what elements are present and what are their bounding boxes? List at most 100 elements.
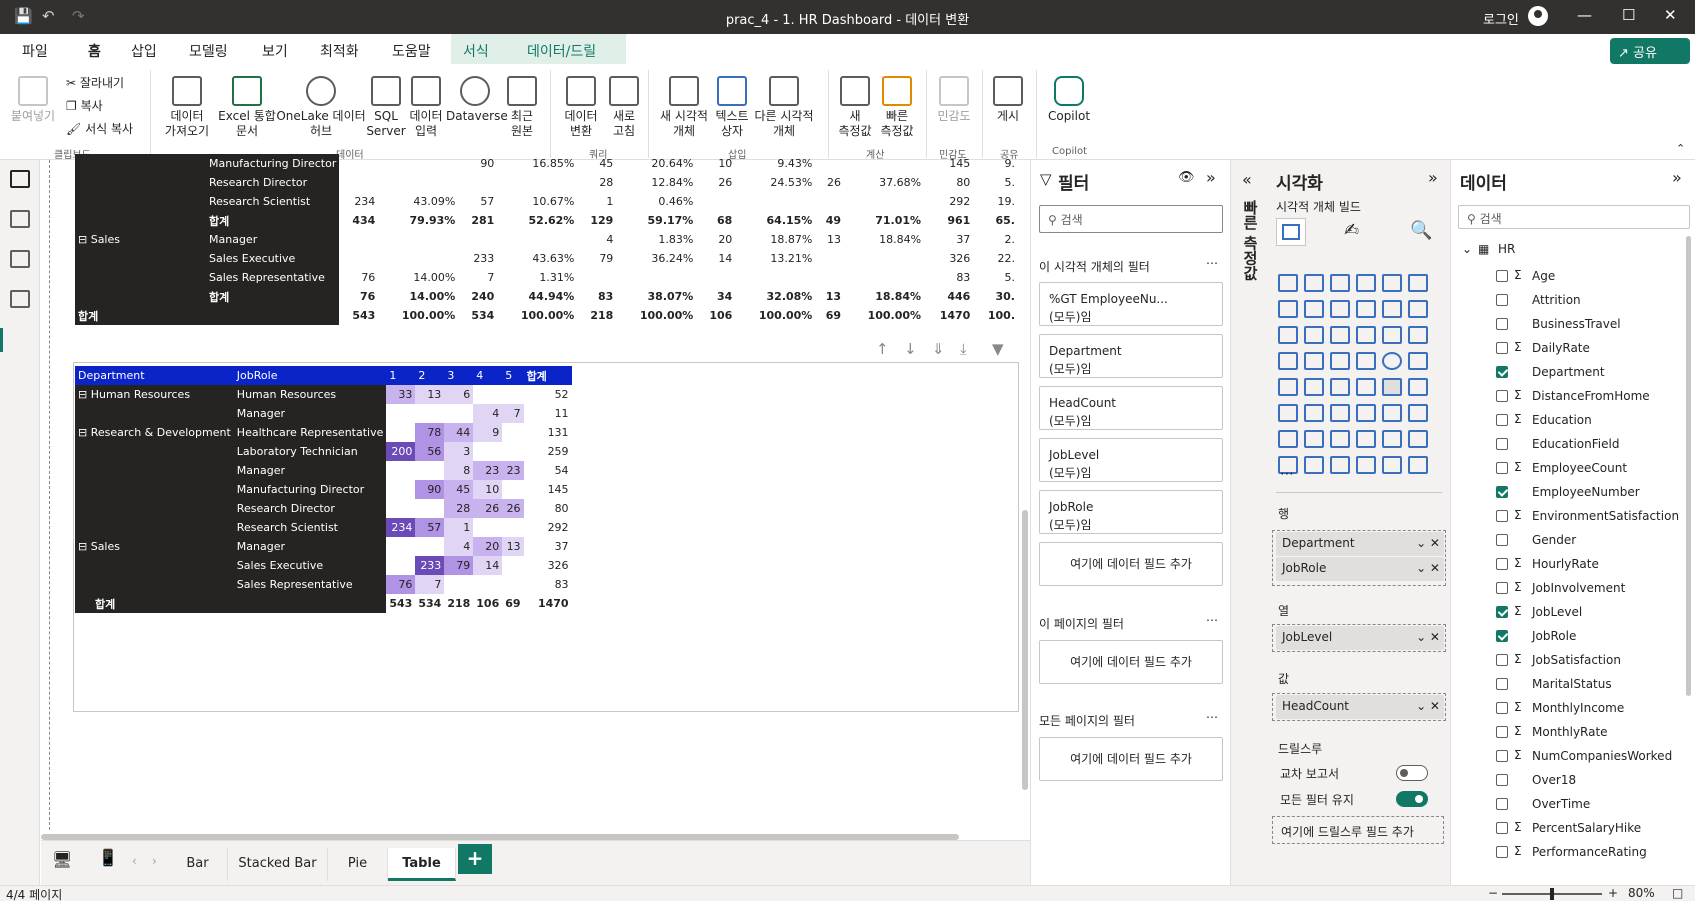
dataverse-button[interactable]: Dataverse	[446, 76, 508, 124]
remove-icon[interactable]: ⌄ ✕	[1416, 536, 1440, 550]
visual-type-icon[interactable]	[1408, 404, 1428, 422]
filter-card[interactable]: JobLevel (모두)임	[1039, 438, 1223, 482]
field-checkbox[interactable]	[1496, 342, 1508, 354]
visual-type-icon[interactable]	[1304, 378, 1324, 396]
matrix-visual[interactable]: Department JobRole 1 2 3 4 5 합계 ⊟ Human Resource…	[75, 366, 572, 613]
visual-type-icon[interactable]	[1278, 300, 1298, 318]
menu-help[interactable]: 도움말	[392, 41, 431, 61]
field-name[interactable]: PerformanceRating	[1532, 842, 1647, 862]
visual-type-icon[interactable]	[1304, 326, 1324, 344]
sensitivity-button[interactable]: 민감도	[932, 76, 976, 124]
field-checkbox[interactable]	[1496, 294, 1508, 306]
visual-type-icon[interactable]	[1382, 404, 1402, 422]
dept-cell[interactable]	[75, 442, 234, 461]
field-checkbox[interactable]	[1496, 678, 1508, 690]
data-search-input[interactable]: ⚲ 검색	[1458, 205, 1690, 229]
menu-home[interactable]: 홈	[88, 41, 101, 67]
field-checkbox[interactable]	[1496, 510, 1508, 522]
visual-type-icon[interactable]	[1304, 274, 1324, 292]
dept-cell[interactable]	[75, 499, 234, 518]
visual-type-icon[interactable]	[1382, 378, 1402, 396]
sql-server-button[interactable]: SQL Server	[366, 76, 406, 139]
new-measure-button[interactable]: 새 측정값	[834, 76, 876, 139]
filter-card[interactable]: Department (모두)임	[1039, 334, 1223, 378]
visual-type-icon[interactable]	[1382, 352, 1402, 370]
more-visuals-icon[interactable]: ⋯	[1280, 466, 1294, 482]
visual-type-icon[interactable]	[1330, 430, 1350, 448]
field-checkbox[interactable]	[1496, 270, 1508, 282]
quick-measure-button[interactable]: 빠른 측정값	[876, 76, 918, 139]
remove-icon[interactable]: ⌄ ✕	[1416, 699, 1440, 713]
field-checkbox[interactable]	[1496, 438, 1508, 450]
zoom-in-icon[interactable]: +	[1608, 886, 1618, 900]
close-icon[interactable]: ✕	[1664, 6, 1677, 24]
menu-data-drill[interactable]: 데이터/드릴	[527, 41, 596, 61]
field-checkbox[interactable]	[1496, 414, 1508, 426]
collapse-filters-icon[interactable]: »	[1206, 168, 1216, 187]
format-visual-icon[interactable]: ✍	[1344, 220, 1359, 241]
visual-type-icon[interactable]	[1304, 352, 1324, 370]
tab-bar[interactable]: Bar	[168, 848, 228, 881]
visual-type-icon[interactable]	[1408, 456, 1428, 474]
field-name[interactable]: OverTime	[1532, 794, 1590, 814]
cut-button[interactable]: ✂ 잘라내기	[66, 74, 124, 91]
share-button[interactable]: ↗ 공유	[1610, 38, 1690, 64]
field-name[interactable]: Education	[1532, 410, 1592, 430]
drill-up-icon[interactable]: ↑	[876, 340, 889, 358]
field-name[interactable]: JobRole	[1532, 626, 1576, 646]
visual-type-icon[interactable]	[1304, 430, 1324, 448]
menu-view[interactable]: 보기	[262, 41, 288, 61]
column-header[interactable]: 5	[502, 366, 524, 385]
column-header[interactable]: 3	[444, 366, 474, 385]
dept-cell[interactable]	[75, 518, 234, 537]
refresh-button[interactable]: 새로 고침	[606, 76, 642, 139]
copilot-button[interactable]: Copilot	[1044, 76, 1094, 124]
field-name[interactable]: Over18	[1532, 770, 1576, 790]
desktop-layout-icon[interactable]: 🖥	[52, 850, 72, 869]
visual-type-icon[interactable]	[1330, 326, 1350, 344]
menu-file[interactable]: 파일	[22, 41, 48, 61]
visual-type-icon[interactable]	[1278, 274, 1298, 292]
zoom-slider[interactable]	[1502, 888, 1602, 900]
field-name[interactable]: Age	[1532, 266, 1555, 286]
tab-stacked-bar[interactable]: Stacked Bar	[228, 848, 328, 881]
model-view-icon[interactable]	[10, 250, 30, 268]
tab-table[interactable]: Table	[388, 848, 456, 881]
dept-cell[interactable]	[75, 461, 234, 480]
visual-type-icon[interactable]	[1356, 300, 1376, 318]
field-name[interactable]: DistanceFromHome	[1532, 386, 1650, 406]
field-name[interactable]: Attrition	[1532, 290, 1581, 310]
visual-type-icon[interactable]	[1356, 326, 1376, 344]
field-name[interactable]: MonthlyRate	[1532, 722, 1608, 742]
enter-data-button[interactable]: 데이터 입력	[406, 76, 446, 139]
field-checkbox[interactable]	[1496, 774, 1508, 786]
top-matrix-visual[interactable]: Manufacturing Director 90 16.85% 45 20.64% 10…	[75, 154, 1018, 325]
visual-type-icon[interactable]	[1304, 456, 1324, 474]
field-checkbox[interactable]	[1496, 654, 1508, 666]
get-data-button[interactable]: 데이터 가져오기	[154, 76, 220, 139]
remove-icon[interactable]: ⌄ ✕	[1416, 630, 1440, 644]
column-header[interactable]: 합계	[523, 366, 572, 385]
copy-button[interactable]: ❐ 복사	[66, 97, 103, 114]
all-pages-filter-add-field[interactable]: 여기에 데이터 필드 추가	[1039, 737, 1223, 781]
field-checkbox[interactable]	[1496, 366, 1508, 378]
minimize-icon[interactable]: —	[1577, 6, 1592, 24]
visual-type-icon[interactable]	[1382, 456, 1402, 474]
transform-data-button[interactable]: 데이터 변환	[556, 76, 606, 139]
menu-modeling[interactable]: 모델링	[189, 41, 228, 61]
filter-card[interactable]: JobRole (모두)임	[1039, 490, 1223, 534]
visual-type-icon[interactable]	[1382, 274, 1402, 292]
visual-type-icon[interactable]	[1330, 456, 1350, 474]
column-header[interactable]: 1	[386, 366, 416, 385]
build-visual-tab[interactable]	[1276, 218, 1306, 246]
well-field-joblevel[interactable]: JobLevel ⌄ ✕	[1276, 626, 1444, 650]
filters-search-input[interactable]: ⚲ 검색	[1039, 205, 1223, 233]
field-checkbox[interactable]	[1496, 702, 1508, 714]
onelake-button[interactable]: OneLake 데이터 허브	[276, 76, 366, 139]
filter-card[interactable]: %GT EmployeeNu... (모두)임	[1039, 282, 1223, 326]
expand-left-icon[interactable]: «	[1242, 170, 1252, 189]
report-view-icon[interactable]	[10, 170, 30, 188]
paste-button[interactable]: 붙여넣기	[8, 76, 58, 124]
fit-page-icon[interactable]: □	[1672, 886, 1683, 900]
visual-type-icon[interactable]	[1278, 404, 1298, 422]
